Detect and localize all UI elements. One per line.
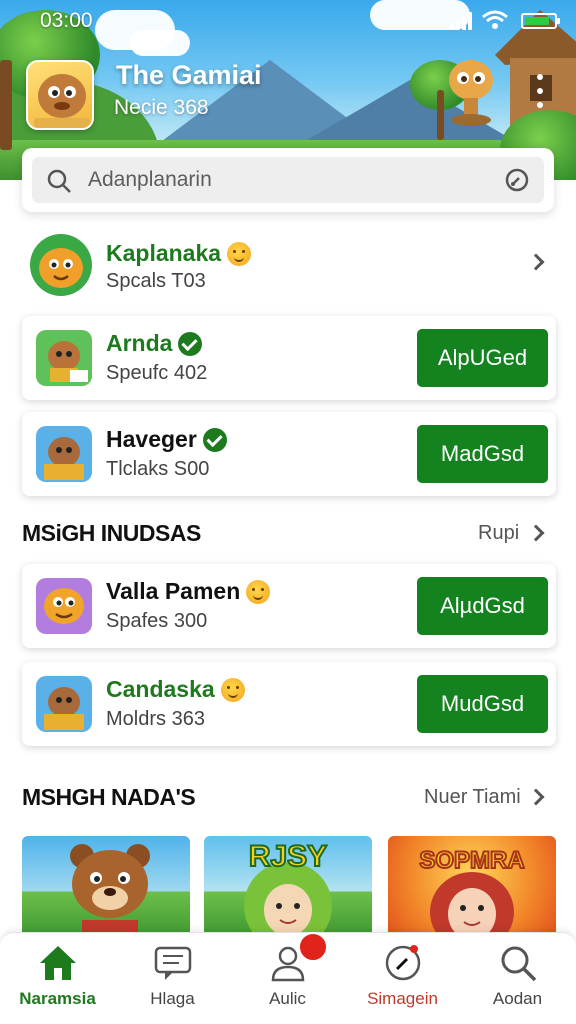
chevron-right-icon[interactable] xyxy=(527,253,545,271)
verified-check-icon xyxy=(178,331,203,356)
contact-name: Haveger xyxy=(106,426,227,453)
avatar xyxy=(36,676,92,732)
nav-label: Hlaga xyxy=(150,989,195,1008)
list-item[interactable]: Candaska Moldrs 363 MudGsd xyxy=(22,662,556,746)
status-time: 03:00 xyxy=(40,9,93,32)
smile-emoji-icon xyxy=(227,241,252,266)
game-tile[interactable]: RJSY xyxy=(204,836,372,936)
message-button[interactable]: MadGsd xyxy=(417,425,548,483)
list-item[interactable]: Valla Pamen Spafes 300 AlµdGsd xyxy=(22,564,556,648)
contact-name: Valla Pamen xyxy=(106,578,271,605)
home-icon xyxy=(40,946,76,980)
bear-art xyxy=(70,844,150,936)
section-link[interactable]: Rupi xyxy=(478,522,519,545)
smile-emoji-icon xyxy=(220,677,245,702)
add-button[interactable]: AlpUGed xyxy=(417,329,548,387)
section-title: MSHGH NADA'S xyxy=(22,784,196,810)
avatar xyxy=(36,578,92,634)
svg-text:SOPMRA: SOPMRA xyxy=(419,847,524,874)
search-input[interactable] xyxy=(88,157,488,203)
contact-name: Arnda xyxy=(106,330,203,357)
nav-item-explore[interactable]: Simagein xyxy=(345,933,460,1024)
contact-name: Kaplanaka xyxy=(106,240,252,267)
bottom-nav: Naramsia Hlaga Aulic Simagein Aodan xyxy=(0,932,576,1024)
contact-status: Tlclaks S00 xyxy=(106,458,210,480)
chevron-right-icon[interactable] xyxy=(527,788,545,806)
search-bar xyxy=(22,148,554,212)
contact-status: Spafes 300 xyxy=(106,610,208,632)
list-item[interactable]: Arnda Speufc 402 AlpUGed xyxy=(22,316,556,400)
avatar xyxy=(30,234,92,296)
game-tile[interactable] xyxy=(22,836,190,936)
nav-label: Naramsia xyxy=(19,989,96,1008)
search-field[interactable] xyxy=(32,157,544,203)
red-hair-girl-art: SOPMRA xyxy=(418,846,526,936)
contact-status: Spcals T03 xyxy=(106,270,206,292)
scan-icon[interactable] xyxy=(504,167,530,193)
contact-status: Moldrs 363 xyxy=(106,708,205,730)
notification-badge xyxy=(298,932,328,962)
contact-name: Candaska xyxy=(106,676,245,703)
smile-emoji-icon xyxy=(246,579,271,604)
wifi-icon xyxy=(482,10,508,30)
game-tile[interactable]: SOPMRA xyxy=(388,836,556,936)
svg-text:RJSY: RJSY xyxy=(249,840,327,873)
add-button[interactable]: AlµdGsd xyxy=(417,577,548,635)
section-link[interactable]: Nuer Tiami xyxy=(424,786,521,809)
message-button[interactable]: MudGsd xyxy=(417,675,548,733)
section-title: MSiGH INUDSAS xyxy=(22,520,201,546)
contact-status: Speufc 402 xyxy=(106,362,208,384)
chat-icon xyxy=(154,946,192,980)
avatar xyxy=(36,330,92,386)
app-subtitle: Necie 368 xyxy=(114,96,209,119)
avatar xyxy=(36,426,92,482)
status-bar: 03:00 xyxy=(0,0,576,40)
app-icon[interactable] xyxy=(26,60,94,130)
search-icon xyxy=(47,169,71,193)
app-title: The Gamiai xyxy=(116,60,262,90)
nav-label: Aulic xyxy=(269,989,306,1008)
nav-item-chat[interactable]: Hlaga xyxy=(115,933,230,1024)
mascot-character xyxy=(442,56,500,126)
nav-label: Aodan xyxy=(492,989,543,1008)
more-icon[interactable] xyxy=(536,74,544,122)
nav-label: Simagein xyxy=(367,989,438,1008)
battery-icon xyxy=(521,13,560,29)
nav-item-home[interactable]: Naramsia xyxy=(0,933,115,1024)
nav-item-search[interactable]: Aodan xyxy=(460,933,575,1024)
list-item[interactable]: Kaplanaka Spcals T03 xyxy=(22,228,554,304)
tree-trunk xyxy=(0,60,12,150)
green-hair-girl-art: RJSY xyxy=(244,839,332,936)
verified-check-icon xyxy=(202,427,227,452)
chevron-right-icon[interactable] xyxy=(527,524,545,542)
search-icon xyxy=(501,946,537,982)
signal-icon xyxy=(450,12,474,30)
list-item[interactable]: Haveger Tlclaks S00 MadGsd xyxy=(22,412,556,496)
compass-icon xyxy=(385,945,421,981)
